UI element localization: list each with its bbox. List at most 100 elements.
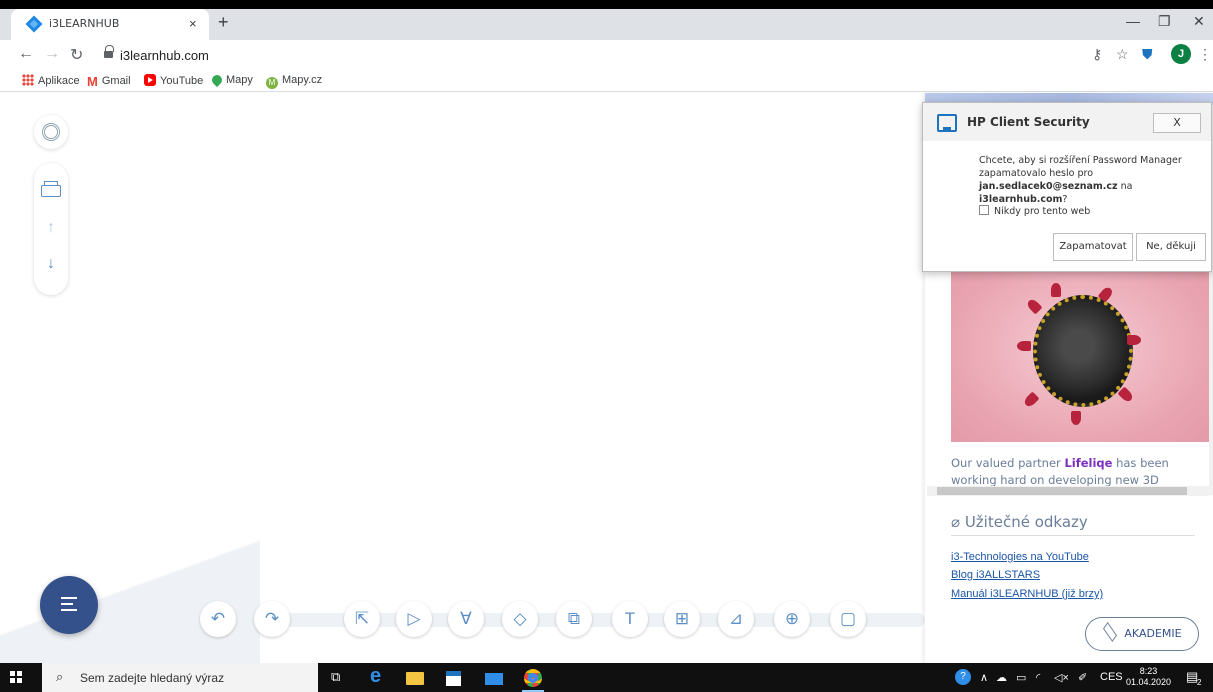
sticky-note-icon[interactable]: ▢	[830, 601, 866, 637]
onedrive-cloud-icon[interactable]: ☁	[996, 671, 1007, 684]
youtube-icon	[144, 74, 156, 86]
bookmark-star-icon[interactable]: ☆	[1116, 46, 1129, 63]
back-icon[interactable]: ←	[18, 45, 34, 63]
page-up-icon[interactable]: ↑	[34, 219, 68, 237]
akademie-button[interactable]: AKADEMIE	[1085, 617, 1199, 651]
akademie-label: AKADEMIE	[1124, 627, 1182, 640]
bookmark-aplikace[interactable]: Aplikace	[22, 74, 80, 87]
site-name: i3learnhub.com	[979, 194, 1063, 205]
promo-text: Our valued partner	[951, 456, 1065, 470]
tray-chevron-icon[interactable]: ∧	[980, 671, 988, 684]
checkbox-box[interactable]	[979, 205, 989, 215]
pen-workspace-icon[interactable]: ✐	[1078, 671, 1087, 684]
page-down-icon[interactable]: ↓	[34, 255, 68, 273]
partner-name[interactable]: Lifeliqe	[1064, 456, 1112, 470]
useful-links-heading-text: Užitečné odkazy	[964, 513, 1088, 531]
account-email: jan.sedlacek0@seznam.cz	[979, 181, 1118, 192]
virus-spike	[1017, 341, 1031, 351]
shapes-icon[interactable]: ⧉	[556, 601, 592, 637]
redo-icon[interactable]: ↷	[254, 601, 290, 637]
store-icon[interactable]	[446, 671, 461, 686]
clock-date: 01.04.2020	[1126, 677, 1172, 687]
reload-icon[interactable]: ↻	[70, 45, 83, 65]
gmail-icon: M	[87, 74, 98, 89]
help-icon[interactable]: ?	[955, 669, 971, 685]
system-clock[interactable]: 8:23 01.04.2020	[1126, 666, 1171, 688]
scrollbar-thumb[interactable]	[937, 487, 1187, 495]
bookmark-mapy[interactable]: Mapy	[209, 72, 253, 88]
task-view-icon[interactable]: ⧉	[331, 669, 349, 687]
virus-spike	[1071, 411, 1081, 425]
layers-icon[interactable]	[41, 181, 61, 197]
wifi-icon[interactable]: ◜	[1036, 671, 1040, 684]
dialog-close-button[interactable]: X	[1153, 113, 1201, 133]
select-pointer-icon[interactable]: ⇱	[344, 601, 380, 637]
lock-icon[interactable]	[104, 45, 114, 59]
link-blog[interactable]: Blog i3ALLSTARS	[951, 569, 1040, 581]
page-navigation-bar: ↑ ↓	[34, 163, 68, 295]
volume-icon[interactable]: ◁×	[1054, 671, 1069, 684]
battery-icon[interactable]: ▭	[1016, 671, 1026, 684]
search-placeholder: Sem zadejte hledaný výraz	[80, 671, 225, 685]
web-globe-icon[interactable]: ⊕	[774, 601, 810, 637]
link-youtube[interactable]: i3-Technologies na YouTube	[951, 551, 1089, 563]
bookmark-label: Mapy.cz	[282, 74, 323, 86]
dialog-title: HP Client Security	[967, 115, 1090, 129]
new-tab-button[interactable]: +	[218, 12, 229, 33]
pen-icon[interactable]: ∀	[448, 601, 484, 637]
bookmark-label: YouTube	[160, 75, 204, 87]
forward-icon[interactable]: →	[44, 45, 60, 63]
windows-start-icon[interactable]	[10, 671, 22, 683]
decline-button[interactable]: Ne, děkuji	[1136, 233, 1206, 261]
address-bar[interactable]: i3learnhub.com	[96, 44, 1146, 68]
restore-button[interactable]: ❐	[1158, 13, 1171, 30]
math-tools-icon[interactable]: ⊿	[718, 601, 754, 637]
chrome-menu-icon[interactable]: ⋮	[1198, 46, 1212, 63]
mail-icon[interactable]	[485, 673, 503, 685]
bookmark-gmail[interactable]: M Gmail	[87, 74, 131, 89]
save-password-button[interactable]: Zapamatovat	[1053, 233, 1133, 261]
link-manual[interactable]: Manuál i3LEARNHUB (již brzy)	[951, 588, 1103, 600]
browser-window: i3LEARNHUB × + — ❐ ✕ ← → ↻ i3learnhub.co…	[0, 0, 1213, 692]
edge-icon[interactable]: e	[370, 665, 388, 687]
browser-toolbar: ← → ↻ i3learnhub.com ⚷ ☆ ⛊ J ⋮	[0, 40, 1213, 70]
horizontal-scrollbar[interactable]	[927, 486, 1209, 496]
hp-client-security-dialog: HP Client Security X Chcete, aby si rozš…	[922, 102, 1212, 272]
windows-taskbar: ⌕ Sem zadejte hledaný výraz ⧉ e ? ∧ ☁ ▭ …	[0, 663, 1213, 692]
bookmark-label: Mapy	[226, 74, 253, 86]
toolbar-track	[185, 613, 925, 627]
lifeliqe-virus-image[interactable]	[951, 253, 1209, 442]
notification-count: 2	[1197, 678, 1202, 687]
graduation-cap-icon	[1103, 622, 1118, 642]
close-window-button[interactable]: ✕	[1193, 13, 1205, 30]
gear-icon	[42, 123, 60, 141]
table-icon[interactable]: ⊞	[664, 601, 700, 637]
tab-title: i3LEARNHUB	[49, 17, 120, 30]
text-icon[interactable]: T	[612, 601, 648, 637]
bookmark-youtube[interactable]: YouTube	[144, 74, 203, 87]
chrome-icon[interactable]	[524, 669, 542, 687]
dialog-header: HP Client Security X	[923, 103, 1211, 141]
undo-icon[interactable]: ↶	[200, 601, 236, 637]
minimize-button[interactable]: —	[1126, 13, 1140, 29]
eraser-icon[interactable]: ◇	[502, 601, 538, 637]
virus-spike	[1127, 335, 1141, 345]
bookmark-mapycz[interactable]: M Mapy.cz	[266, 74, 322, 89]
file-explorer-icon[interactable]	[406, 672, 424, 685]
bookmarks-bar: Aplikace M Gmail YouTube Mapy M Mapy.cz	[0, 70, 1213, 92]
never-for-site-checkbox[interactable]: Nikdy pro tento web	[979, 205, 1090, 217]
bookmark-label: Gmail	[101, 75, 131, 87]
key-icon[interactable]: ⚷	[1092, 46, 1102, 63]
tab-close-button[interactable]: ×	[189, 16, 197, 31]
message-text: Chcete, aby si rozšíření Password Manage…	[979, 155, 1182, 179]
language-indicator[interactable]: CES	[1100, 671, 1123, 683]
i3learnhub-favicon-icon	[25, 15, 43, 33]
tab-i3learnhub[interactable]: i3LEARNHUB ×	[11, 9, 209, 40]
hp-shield-extension-icon[interactable]: ⛊	[1142, 46, 1153, 63]
profile-avatar[interactable]: J	[1171, 44, 1191, 64]
dialog-message: Chcete, aby si rozšíření Password Manage…	[979, 154, 1207, 206]
search-icon: ⌕	[56, 669, 64, 684]
settings-button[interactable]	[34, 115, 68, 149]
taskbar-search-box[interactable]: ⌕ Sem zadejte hledaný výraz	[42, 663, 318, 692]
media-icon[interactable]: ▷	[396, 601, 432, 637]
